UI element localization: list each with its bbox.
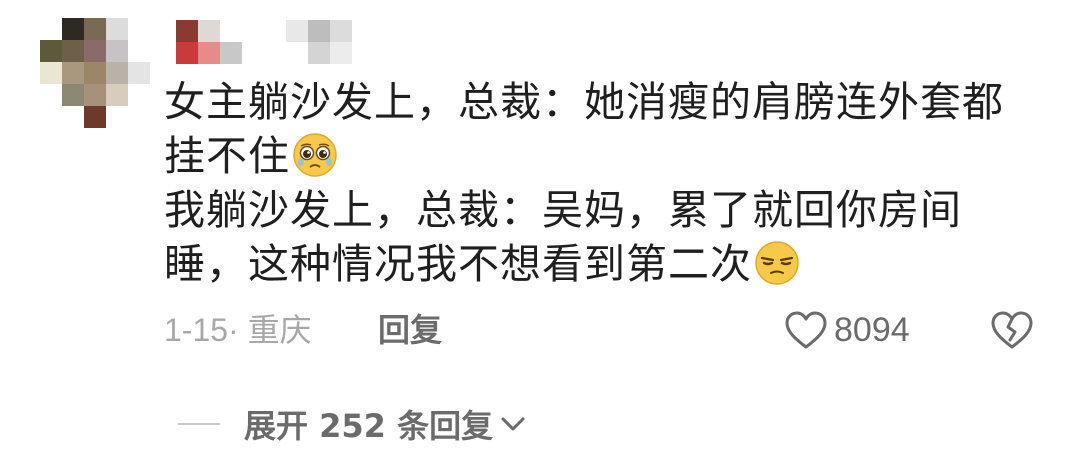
unamused-face-emoji-icon [755, 241, 799, 285]
mosaic-pixel [62, 40, 84, 62]
mosaic-pixel [106, 62, 128, 84]
mosaic-pixel [84, 106, 106, 128]
mosaic-pixel [106, 84, 128, 106]
mosaic-pixel [330, 20, 352, 42]
mosaic-pixel [106, 40, 128, 62]
mosaic-pixel [264, 42, 286, 64]
crying-face-emoji-icon [293, 133, 337, 177]
username-mosaic[interactable] [176, 20, 374, 64]
mosaic-pixel [62, 18, 84, 40]
avatar[interactable] [40, 18, 152, 132]
mosaic-pixel [352, 20, 374, 42]
mosaic-pixel [176, 42, 198, 64]
mosaic-pixel [264, 20, 286, 42]
expand-replies-button[interactable]: 展开 252 条回复 [178, 402, 527, 446]
mosaic-pixel [62, 106, 84, 128]
mosaic-pixel [40, 84, 62, 106]
mosaic-pixel [220, 20, 242, 42]
comment-line: 睡，这种情况我不想看到第二次 [164, 237, 1024, 291]
mosaic-pixel [40, 62, 62, 84]
mosaic-pixel [220, 42, 242, 64]
mosaic-pixel [40, 106, 62, 128]
mosaic-pixel [62, 84, 84, 106]
date-location: 1-15· 重庆 [164, 312, 312, 348]
mosaic-pixel [106, 106, 128, 128]
comment-meta-row: 1-15· 重庆 回复 8094 [164, 308, 1044, 352]
divider [178, 423, 220, 425]
like-count: 8094 [834, 310, 910, 349]
mosaic-pixel [242, 42, 264, 64]
comment-line: 挂不住 [164, 129, 1024, 183]
mosaic-pixel [198, 20, 220, 42]
like-button[interactable]: 8094 [784, 308, 910, 352]
mosaic-pixel [128, 106, 150, 128]
mosaic-pixel [84, 40, 106, 62]
comment-text: 女主躺沙发上，总裁：她消瘦的肩膀连外套都 挂不住 我躺沙发上，总裁：吴妈，累了就… [164, 75, 1024, 291]
mosaic-pixel [106, 18, 128, 40]
heart-outline-icon [785, 311, 827, 349]
mosaic-pixel [198, 42, 220, 64]
mosaic-pixel [286, 42, 308, 64]
mosaic-pixel [84, 18, 106, 40]
dislike-button[interactable] [990, 308, 1034, 352]
mosaic-pixel [84, 62, 106, 84]
mosaic-pixel [128, 84, 150, 106]
broken-heart-icon [991, 311, 1033, 349]
comment-line: 女主躺沙发上，总裁：她消瘦的肩膀连外套都 [164, 78, 1004, 126]
comment-line: 我躺沙发上，总裁：吴妈，累了就回你房间 [164, 186, 962, 234]
mosaic-pixel [128, 18, 150, 40]
expand-replies-label: 展开 252 条回复 [244, 407, 494, 445]
mosaic-pixel [176, 20, 198, 42]
mosaic-pixel [352, 42, 374, 64]
mosaic-pixel [40, 18, 62, 40]
mosaic-pixel [330, 42, 352, 64]
mosaic-pixel [242, 20, 264, 42]
mosaic-pixel [62, 62, 84, 84]
mosaic-pixel [308, 20, 330, 42]
mosaic-pixel [286, 20, 308, 42]
mosaic-pixel [128, 62, 150, 84]
chevron-down-icon [501, 417, 525, 431]
mosaic-pixel [84, 84, 106, 106]
reply-button[interactable]: 回复 [378, 308, 442, 352]
mosaic-pixel [40, 40, 62, 62]
mosaic-pixel [128, 40, 150, 62]
mosaic-pixel [308, 42, 330, 64]
